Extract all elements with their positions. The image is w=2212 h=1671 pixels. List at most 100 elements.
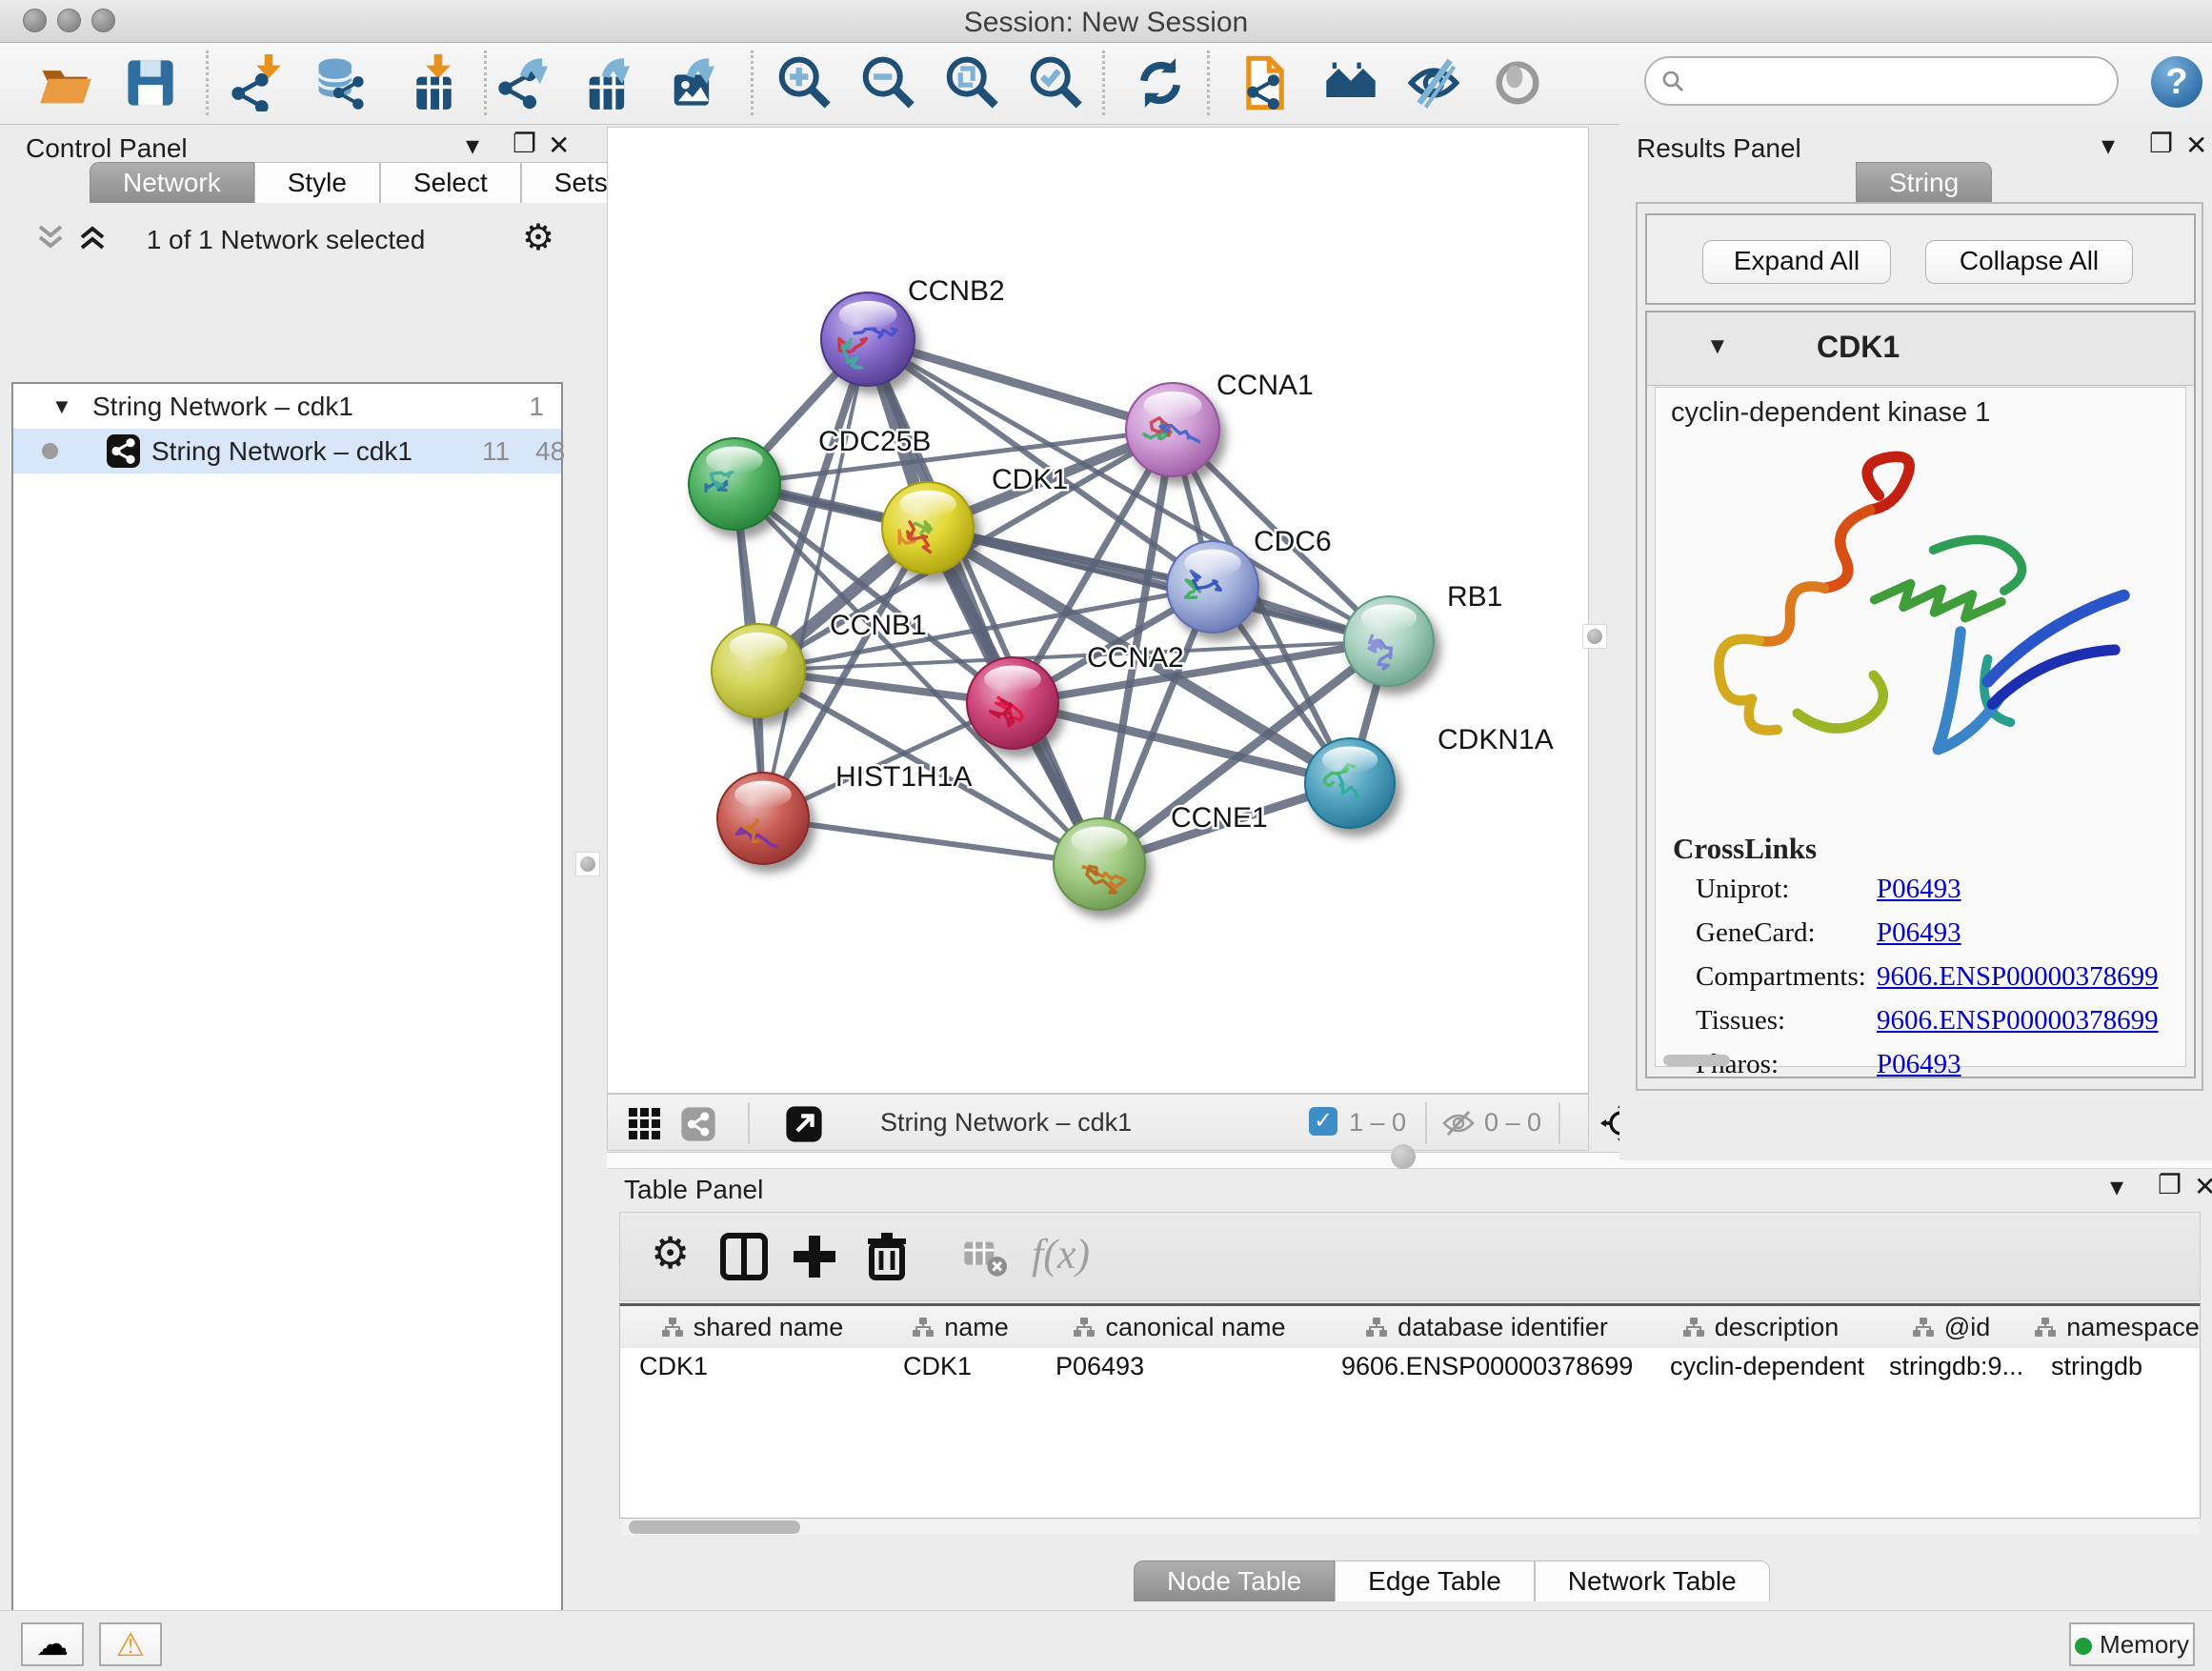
crosslink-link[interactable]: P06493 <box>1877 874 1961 905</box>
network-collection-row[interactable]: ▼ String Network – cdk1 1 <box>13 384 561 429</box>
table-scrollbar-track[interactable] <box>621 1520 2199 1535</box>
zoom-out-icon[interactable] <box>858 54 915 111</box>
node-CCNE1[interactable] <box>1054 818 1145 910</box>
tab-edge-table[interactable]: Edge Table <box>1335 1560 1535 1601</box>
network-options-gear-icon[interactable]: ⚙ <box>522 219 554 257</box>
table-cell[interactable]: P06493 <box>1036 1352 1322 1392</box>
node-HIST1H1A[interactable] <box>717 773 809 864</box>
import-table-from-file-icon[interactable] <box>398 54 455 111</box>
tab-select[interactable]: Select <box>380 162 521 203</box>
zoom-selected-region-icon[interactable] <box>1026 54 1083 111</box>
show-columns-icon[interactable] <box>717 1230 771 1283</box>
column-header-shared-name[interactable]: shared name <box>620 1306 886 1348</box>
results-horizontal-scrollbar[interactable] <box>1663 1055 1730 1066</box>
column-header--id[interactable]: @id <box>1870 1306 2034 1348</box>
hide-selection-icon[interactable] <box>1405 54 1462 111</box>
gene-expander-icon[interactable]: ▼ <box>1706 333 1729 360</box>
column-header-canonical-name[interactable]: canonical name <box>1036 1306 1324 1348</box>
table-scrollbar-thumb[interactable] <box>629 1520 800 1534</box>
expand-all-icon[interactable] <box>76 223 109 252</box>
node-CDKN1A[interactable] <box>1305 738 1395 828</box>
collection-expander-icon[interactable]: ▼ <box>51 384 72 429</box>
node-CDC6[interactable] <box>1167 541 1258 633</box>
expand-all-button[interactable]: Expand All <box>1702 240 1891 284</box>
first-neighbors-icon[interactable] <box>1322 54 1379 111</box>
table-panel-close-icon[interactable]: ✕ <box>2194 1173 2212 1201</box>
open-session-icon[interactable] <box>36 54 93 111</box>
control-panel-float-icon[interactable]: ❐ <box>513 130 536 158</box>
node-RB1[interactable] <box>1344 596 1434 686</box>
column-header-database-identifier[interactable]: database identifier <box>1322 1306 1653 1348</box>
network-edge-count: 48 <box>535 429 565 473</box>
import-network-from-database-icon[interactable] <box>311 54 368 111</box>
search-input[interactable] <box>1644 56 2119 106</box>
birds-eye-view-icon[interactable] <box>627 1106 663 1142</box>
table-panel-float-icon[interactable]: ❐ <box>2158 1171 2182 1199</box>
results-panel-float-icon[interactable]: ❐ <box>2149 130 2173 158</box>
table-cell[interactable]: stringdb <box>2032 1352 2201 1392</box>
selected-checkbox-icon[interactable]: ✓ <box>1309 1107 1337 1136</box>
export-network-icon[interactable] <box>497 54 554 111</box>
show-graphics-details-icon[interactable] <box>1489 54 1546 111</box>
main-toolbar: ? <box>0 43 2212 125</box>
edge-CCNB2-CCNA1[interactable] <box>868 339 1173 430</box>
crosslink-link[interactable]: P06493 <box>1877 917 1961 949</box>
edge-HIST1H1A-CCNE1[interactable] <box>763 818 1099 864</box>
table-cell[interactable]: CDK1 <box>620 1352 884 1392</box>
network-canvas[interactable]: CCNB2CCNA1CDC25BCDK1CDC6RB1CCNB1CCNA2CDK… <box>607 127 1589 1094</box>
table-settings-icon[interactable]: ⚙ <box>651 1234 690 1272</box>
node-CCNB1[interactable] <box>712 624 805 717</box>
gene-details: cyclin-dependent kinase 1 <box>1655 387 2186 1067</box>
column-header-description[interactable]: description <box>1651 1306 1872 1348</box>
vertical-splitter-handle[interactable] <box>1582 624 1607 649</box>
column-header-name[interactable]: name <box>884 1306 1038 1348</box>
tab-node-table[interactable]: Node Table <box>1134 1560 1335 1601</box>
table-cell[interactable]: 9606.ENSP00000378699 <box>1322 1352 1651 1392</box>
crosslink-label: Uniprot: <box>1696 874 1789 905</box>
results-panel-collapse-icon[interactable]: ▾ <box>2101 131 2115 160</box>
new-network-from-selection-icon[interactable] <box>1237 54 1294 111</box>
collapse-all-button[interactable]: Collapse All <box>1925 240 2133 284</box>
add-column-icon[interactable] <box>788 1230 841 1283</box>
tab-style[interactable]: Style <box>254 162 380 203</box>
cloud-button[interactable]: ☁ <box>21 1622 84 1666</box>
warnings-button[interactable]: ⚠ <box>99 1622 162 1666</box>
crosslink-link[interactable]: 9606.ENSP00000378699 <box>1877 1005 2159 1037</box>
export-image-icon[interactable] <box>664 54 721 111</box>
gene-section-header[interactable]: ▼ CDK1 <box>1647 312 2194 386</box>
crosslink-link[interactable]: 9606.ENSP00000378699 <box>1877 961 2159 993</box>
table-panel-collapse-icon[interactable]: ▾ <box>2110 1173 2123 1201</box>
node-CDC25B[interactable] <box>689 438 780 530</box>
node-CDK1[interactable] <box>882 482 974 574</box>
zoom-in-icon[interactable] <box>774 54 832 111</box>
results-panel-close-icon[interactable]: ✕ <box>2185 131 2207 160</box>
node-CCNA1[interactable] <box>1126 383 1219 476</box>
column-header-namespace[interactable]: namespace <box>2032 1306 2201 1348</box>
tab-network-table[interactable]: Network Table <box>1535 1560 1770 1601</box>
string-settings-icon[interactable] <box>680 1106 716 1142</box>
export-table-icon[interactable] <box>579 54 636 111</box>
refresh-view-icon[interactable] <box>1132 54 1189 111</box>
selected-count: 1 – 0 <box>1349 1108 1406 1137</box>
import-network-from-file-icon[interactable] <box>229 54 286 111</box>
crosslink-link[interactable]: P06493 <box>1877 1049 1961 1080</box>
horizontal-splitter-handle[interactable] <box>1391 1144 1416 1169</box>
memory-button[interactable]: Memory <box>2069 1622 2195 1666</box>
node-CCNB2[interactable] <box>821 292 915 386</box>
collapse-all-icon[interactable] <box>34 223 67 252</box>
zoom-fit-content-icon[interactable] <box>942 54 999 111</box>
table-cell[interactable]: cyclin-dependent ... <box>1651 1352 1870 1392</box>
vertical-splitter-handle[interactable] <box>575 852 600 876</box>
control-panel-close-icon[interactable]: ✕ <box>548 131 570 160</box>
delete-column-icon[interactable] <box>860 1230 914 1283</box>
control-panel-collapse-icon[interactable]: ▾ <box>466 131 479 160</box>
table-cell[interactable]: CDK1 <box>884 1352 1036 1392</box>
node-CCNA2[interactable] <box>967 657 1058 749</box>
tab-string[interactable]: String <box>1856 162 1992 203</box>
open-in-new-window-icon[interactable] <box>785 1105 823 1143</box>
save-session-icon[interactable] <box>122 54 179 111</box>
table-cell[interactable]: stringdb:9... <box>1870 1352 2032 1392</box>
network-row[interactable]: String Network – cdk1 11 48 <box>13 429 561 473</box>
help-button[interactable]: ? <box>2151 56 2202 108</box>
tab-network[interactable]: Network <box>90 162 254 203</box>
